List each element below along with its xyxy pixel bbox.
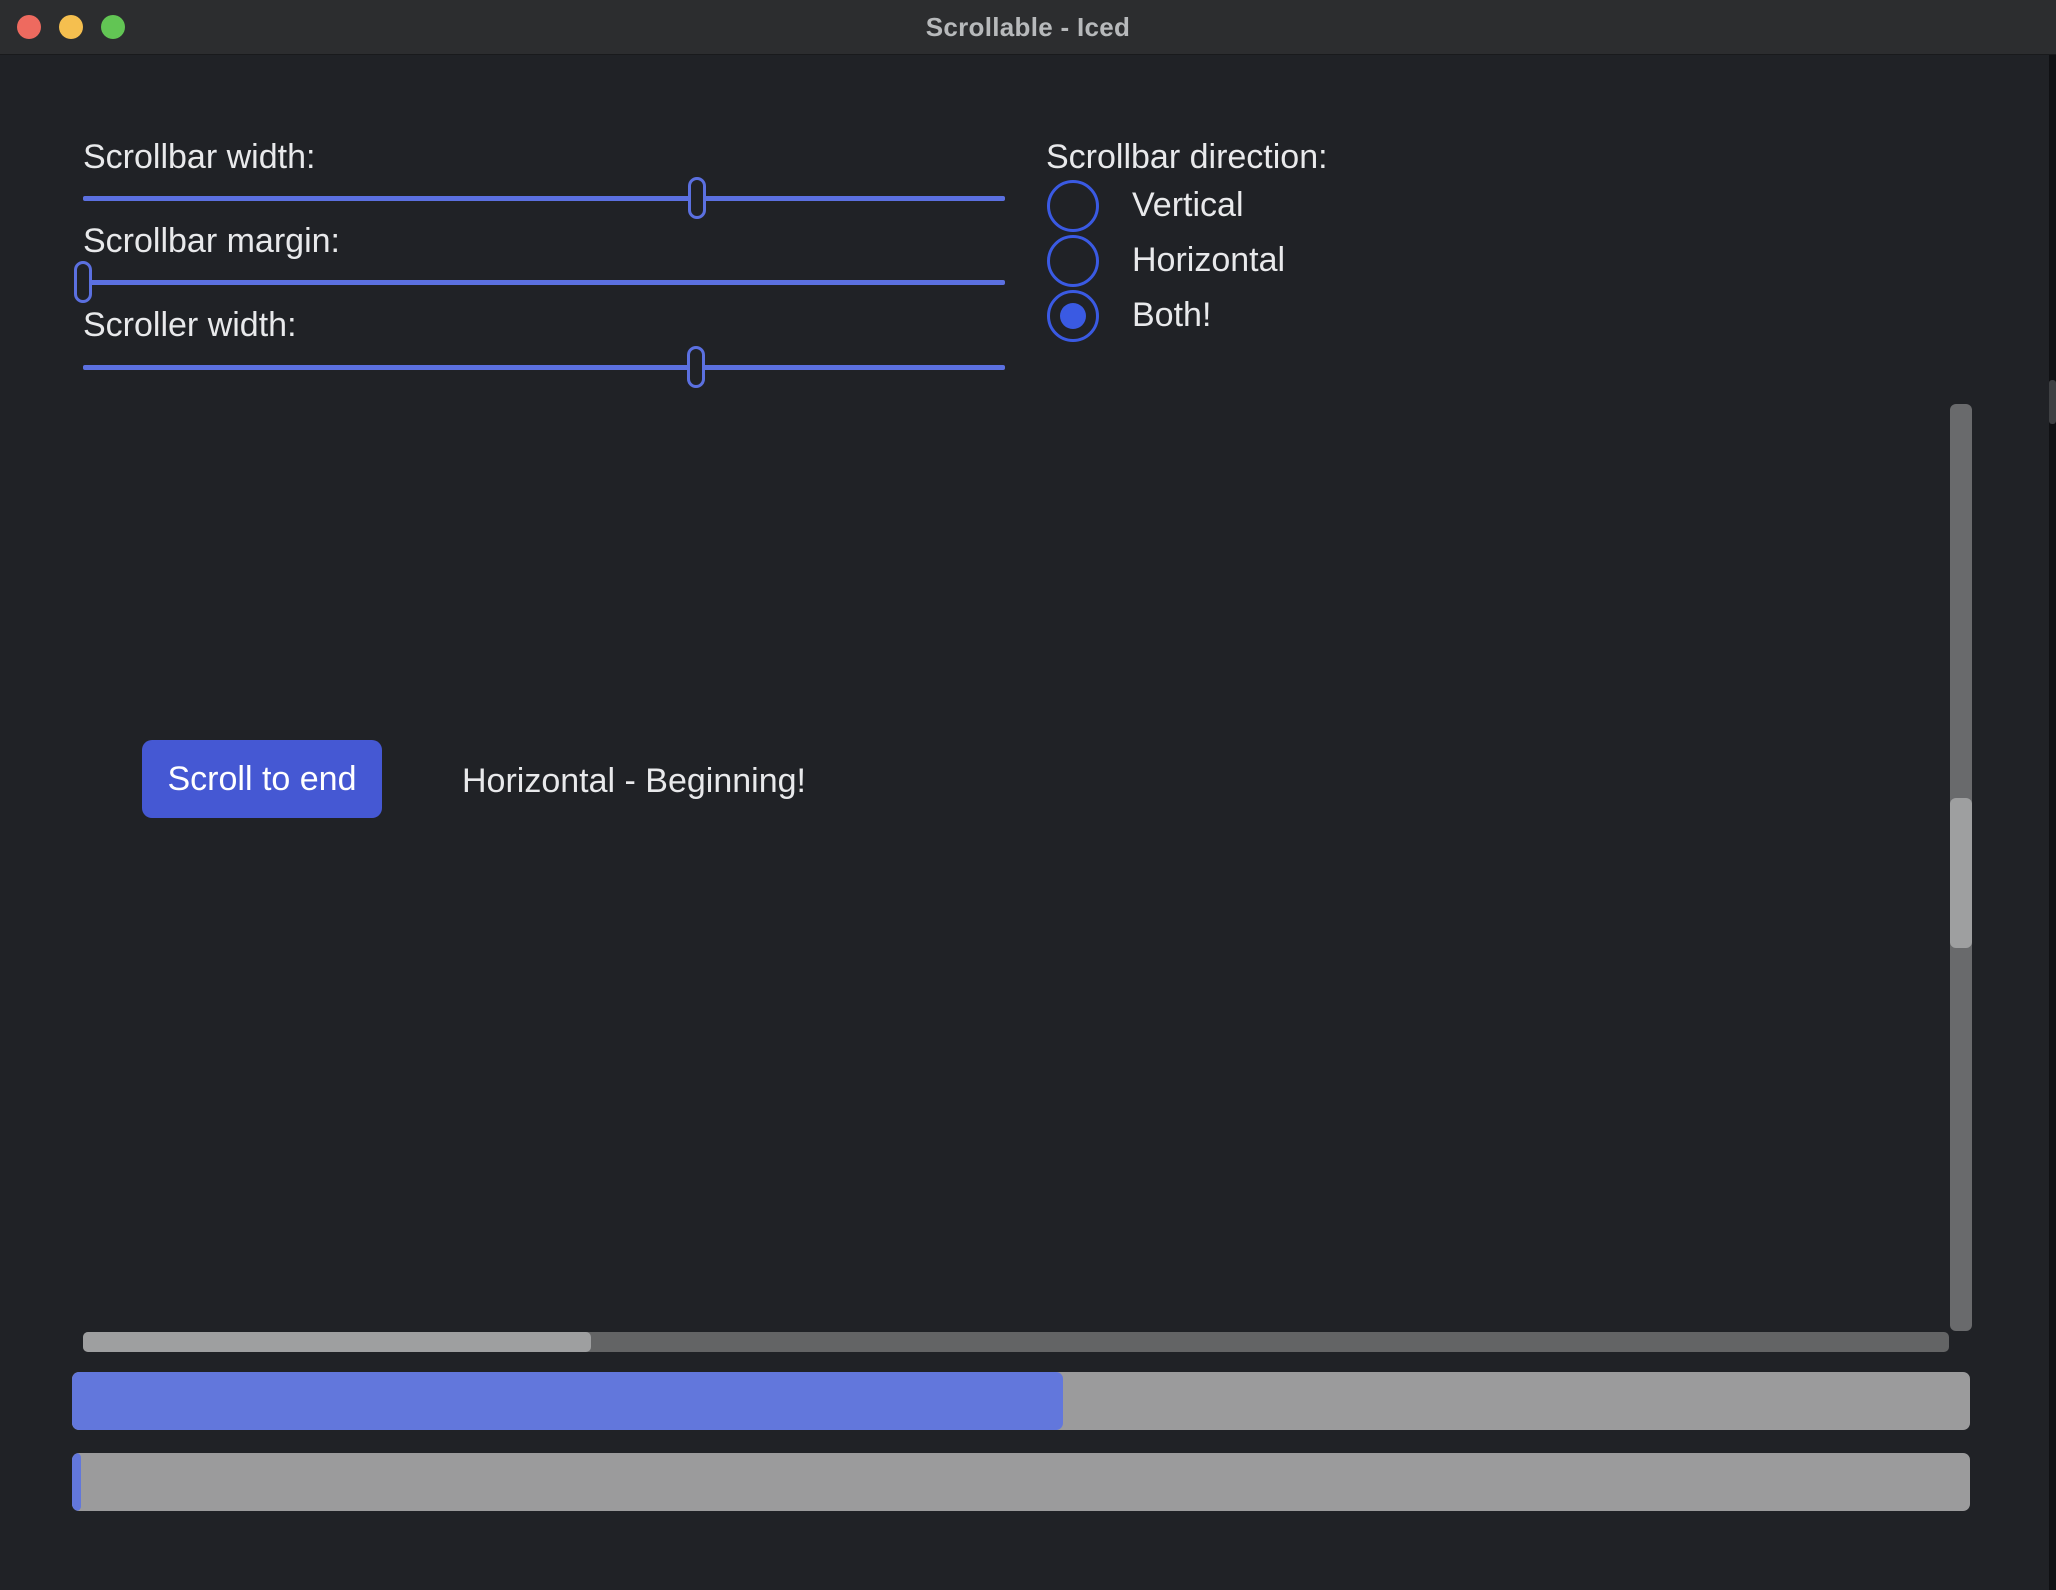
radio-circle[interactable] [1047,180,1099,232]
slider-handle[interactable] [687,346,705,388]
slider-rail[interactable] [83,365,1005,370]
radio-option-horizontal[interactable]: Horizontal [1047,233,1328,288]
window-edge-scroll-indicator [2049,380,2056,424]
slider-handle[interactable] [688,177,706,219]
slider-handle[interactable] [74,261,92,303]
radio-group-label: Scrollbar direction: [1046,136,1328,178]
radio-circle[interactable] [1047,235,1099,287]
titlebar: Scrollable - Iced [0,0,2056,55]
progress-fill [72,1453,81,1511]
zoom-button[interactable] [101,15,125,39]
radio-option-vertical[interactable]: Vertical [1047,178,1328,233]
radio-option-label: Both! [1132,296,1211,335]
vertical-scroller[interactable] [1950,798,1972,948]
slider-rail[interactable] [83,280,1005,285]
progress-fill [72,1372,1063,1430]
close-button[interactable] [17,15,41,39]
radio-option-label: Horizontal [1132,241,1285,280]
slider-scrollbar-margin[interactable] [83,259,1005,305]
slider-label-scrollbar-margin: Scrollbar margin: [83,220,340,262]
radio-option-both[interactable]: Both! [1047,288,1328,343]
radio-dot-icon [1060,303,1086,329]
scroll-status-text: Horizontal - Beginning! [462,762,806,800]
slider-scroller-width[interactable] [83,344,1005,390]
radio-circle[interactable] [1047,290,1099,342]
app-window: Scrollable - Iced Scrollbar width: Scrol… [0,0,2056,1590]
horizontal-progress-bar [72,1372,1970,1430]
window-title: Scrollable - Iced [926,12,1131,43]
minimize-button[interactable] [59,15,83,39]
vertical-progress-bar [72,1453,1970,1511]
horizontal-scrollbar[interactable] [83,1332,1949,1352]
slider-rail[interactable] [83,196,1005,201]
traffic-lights [17,15,125,39]
scroll-to-end-button[interactable]: Scroll to end [142,740,382,818]
window-edge [2049,55,2056,1590]
scrollbar-direction-group: Scrollbar direction: Vertical Horizontal… [1046,136,1328,343]
radio-option-label: Vertical [1132,186,1244,225]
vertical-scrollbar[interactable] [1950,404,1972,1331]
slider-scrollbar-width[interactable] [83,175,1005,221]
slider-label-scroller-width: Scroller width: [83,304,297,346]
slider-label-scrollbar-width: Scrollbar width: [83,136,315,178]
horizontal-scroller[interactable] [83,1332,591,1352]
